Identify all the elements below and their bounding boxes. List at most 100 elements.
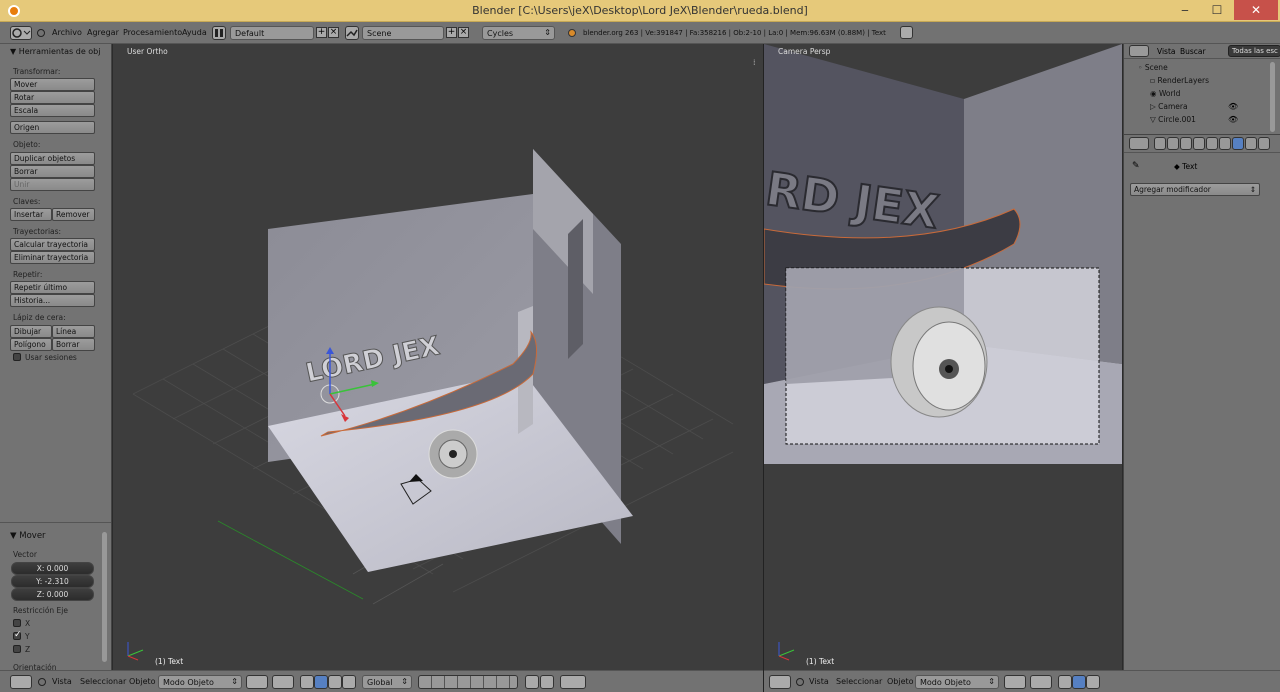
- constraint-y-checkbox[interactable]: [13, 630, 22, 640]
- menu-view[interactable]: Vista: [52, 677, 72, 686]
- tab-layers-icon[interactable]: [1167, 137, 1179, 150]
- constraint-x-checkbox[interactable]: [13, 619, 21, 627]
- vector-y-field[interactable]: Y: -2.310: [11, 575, 94, 588]
- duplicate-objects-button[interactable]: Duplicar objetos: [10, 152, 95, 165]
- menu-add[interactable]: Agregar: [87, 28, 119, 37]
- origin-button[interactable]: Origen: [10, 121, 95, 134]
- close-button[interactable]: ✕: [1234, 0, 1278, 20]
- menu-render[interactable]: Procesamiento: [123, 28, 182, 37]
- outliner-display-filter[interactable]: Todas las esc: [1228, 45, 1280, 57]
- scene-field[interactable]: Scene: [362, 26, 444, 40]
- history-button[interactable]: Historia...: [10, 294, 95, 307]
- scale-button[interactable]: Escala: [10, 104, 95, 117]
- operator-panel-header[interactable]: ▼ Mover: [10, 531, 46, 541]
- maximize-button[interactable]: ☐: [1202, 3, 1232, 23]
- pin-icon[interactable]: ✎: [1132, 161, 1140, 171]
- render-preview-icon[interactable]: [560, 675, 586, 689]
- manipulator-toggle-icon[interactable]: [1058, 675, 1072, 689]
- lock-camera-icon[interactable]: [525, 675, 539, 689]
- tab-constraints-icon[interactable]: [1219, 137, 1231, 150]
- menu-select[interactable]: Seleccionar: [80, 677, 126, 686]
- join-button[interactable]: Unir: [10, 178, 95, 191]
- rotate-manipulator-icon[interactable]: [1086, 675, 1100, 689]
- add-scene-icon[interactable]: +: [446, 27, 457, 38]
- minimize-button[interactable]: ‒: [1170, 3, 1200, 23]
- render-engine-select[interactable]: Cycles ⇕: [482, 26, 555, 40]
- calculate-path-button[interactable]: Calcular trayectoria: [10, 238, 95, 251]
- mode-select[interactable]: Modo Objeto ⇕: [915, 675, 999, 689]
- view3d-editor-icon[interactable]: [10, 675, 32, 689]
- delete-button[interactable]: Borrar: [10, 165, 95, 178]
- draw-button[interactable]: Dibujar: [10, 325, 52, 338]
- menu-object[interactable]: Objeto: [887, 677, 914, 686]
- toolshelf-scrollbar[interactable]: [102, 532, 107, 662]
- outliner-scrollbar[interactable]: [1270, 62, 1275, 132]
- mode-select[interactable]: Modo Objeto ⇕: [158, 675, 242, 689]
- manipulator-toggle-icon[interactable]: [300, 675, 314, 689]
- pivot-point-icon[interactable]: [1030, 675, 1052, 689]
- constraint-z-checkbox[interactable]: [13, 645, 21, 653]
- outliner-view-menu[interactable]: Vista: [1157, 47, 1176, 56]
- tab-world-icon[interactable]: [1193, 137, 1205, 150]
- menu-select[interactable]: Seleccionar: [836, 677, 882, 686]
- visibility-eye-icon[interactable]: 👁: [1228, 102, 1238, 111]
- collapse-menu-icon[interactable]: [37, 29, 45, 37]
- proportional-edit-icon[interactable]: [540, 675, 554, 689]
- tab-render-icon[interactable]: [1154, 137, 1166, 150]
- tab-object-icon[interactable]: [1206, 137, 1218, 150]
- screen-layout-icon[interactable]: [212, 26, 226, 40]
- menu-object[interactable]: Objeto: [129, 677, 156, 686]
- tree-item-world[interactable]: ◉ World: [1150, 89, 1180, 98]
- scene-icon[interactable]: [345, 26, 359, 40]
- add-modifier-dropdown[interactable]: Agregar modificador ⇕: [1130, 183, 1260, 196]
- tab-scene-icon[interactable]: [1180, 137, 1192, 150]
- viewport-shading-icon[interactable]: [1004, 675, 1026, 689]
- menu-help[interactable]: Ayuda: [182, 28, 207, 37]
- line-button[interactable]: Línea: [52, 325, 95, 338]
- use-sketching-checkbox[interactable]: [13, 353, 21, 361]
- properties-editor-icon[interactable]: [1129, 137, 1149, 150]
- remove-keyframe-button[interactable]: Remover: [52, 208, 95, 221]
- tree-item-circle[interactable]: ▽ Circle.001: [1150, 115, 1196, 124]
- tab-material-icon[interactable]: [1258, 137, 1270, 150]
- erase-button[interactable]: Borrar: [52, 338, 95, 351]
- tab-data-icon[interactable]: [1245, 137, 1257, 150]
- add-screen-icon[interactable]: +: [316, 27, 327, 38]
- scale-manipulator-icon[interactable]: [342, 675, 356, 689]
- viewport-shading-icon[interactable]: [246, 675, 268, 689]
- remove-scene-icon[interactable]: ×: [458, 27, 469, 38]
- visibility-eye-icon[interactable]: 👁: [1228, 115, 1238, 124]
- repeat-last-button[interactable]: Repetir último: [10, 281, 95, 294]
- menu-view[interactable]: Vista: [809, 677, 829, 686]
- transform-orientation-select[interactable]: Global ⇕: [362, 675, 412, 689]
- menu-file[interactable]: Archivo: [52, 28, 82, 37]
- editor-type-icon[interactable]: [10, 26, 32, 40]
- insert-keyframe-button[interactable]: Insertar: [10, 208, 52, 221]
- pivot-point-icon[interactable]: [272, 675, 294, 689]
- rotate-button[interactable]: Rotar: [10, 91, 95, 104]
- poly-button[interactable]: Polígono: [10, 338, 52, 351]
- view3d-editor-icon[interactable]: [769, 675, 791, 689]
- tree-item-camera[interactable]: ▷ Camera: [1150, 102, 1188, 111]
- screen-layout-field[interactable]: Default: [230, 26, 314, 40]
- clear-path-button[interactable]: Eliminar trayectoria: [10, 251, 95, 264]
- panel-header-object-tools[interactable]: ▼ Herramientas de obj: [10, 47, 100, 56]
- translate-manipulator-icon[interactable]: [314, 675, 328, 689]
- vector-x-field[interactable]: X: 0.000: [11, 562, 94, 575]
- viewport-camera-persp[interactable]: RD JEX Camera Persp (1) Text: [764, 44, 1122, 670]
- tab-modifiers-icon[interactable]: [1232, 137, 1244, 150]
- layer-buttons[interactable]: [418, 675, 518, 689]
- collapse-menu-icon[interactable]: [796, 678, 804, 686]
- remove-screen-icon[interactable]: ×: [328, 27, 339, 38]
- outliner-search-menu[interactable]: Buscar: [1180, 47, 1206, 56]
- translate-manipulator-icon[interactable]: [1072, 675, 1086, 689]
- viewport-user-ortho[interactable]: LORD JEX User Ortho (1) Text ⁞: [113, 44, 763, 670]
- outliner-editor-icon[interactable]: [1129, 45, 1149, 57]
- fullscreen-icon[interactable]: [900, 26, 913, 39]
- tree-item-scene[interactable]: ◦ Scene: [1138, 63, 1168, 72]
- tree-item-renderlayers[interactable]: ▫ RenderLayers: [1150, 76, 1209, 85]
- rotate-manipulator-icon[interactable]: [328, 675, 342, 689]
- collapse-menu-icon[interactable]: [38, 678, 46, 686]
- region-corner-icon[interactable]: ⁞: [753, 58, 761, 67]
- move-button[interactable]: Mover: [10, 78, 95, 91]
